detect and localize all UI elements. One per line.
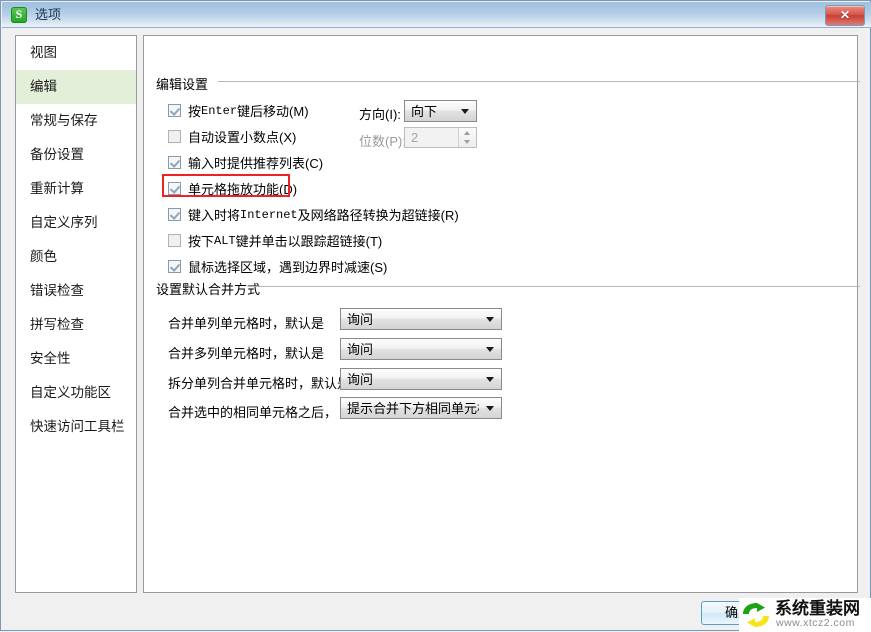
checkbox-label-auto-hyperlink-post: 及网络路径转换为超链接(R) <box>297 208 459 223</box>
checkbox-label-suggest-list: 输入时提供推荐列表(C) <box>188 156 324 171</box>
checkbox-label-slow-at-boundary: 鼠标选择区域，遇到边界时减速(S) <box>188 260 388 275</box>
sidebar-item-recalculate[interactable]: 重新计算 <box>16 172 136 206</box>
sidebar-item-error-check[interactable]: 错误检查 <box>16 274 136 308</box>
direction-select[interactable]: 向下 <box>404 100 477 122</box>
checkbox-row-move-after-enter[interactable]: 按 Enter 键后移动(M) <box>168 101 309 120</box>
checkbox-slow-at-boundary[interactable] <box>168 260 181 273</box>
checkbox-label-cell-drag-drop: 单元格拖放功能(D) <box>188 182 298 197</box>
watermark-title: 系统重装网 <box>775 599 860 618</box>
checkbox-label-move-after-enter-pre: 按 <box>188 104 202 119</box>
decimals-label: 位数(P): <box>359 134 406 149</box>
site-watermark: 系统重装网 www.xtcz2.com <box>739 598 871 632</box>
sidebar-item-general-save[interactable]: 常规与保存 <box>16 104 136 138</box>
chevron-down-icon <box>486 406 494 411</box>
checkbox-suggest-list[interactable] <box>168 156 181 169</box>
split-single-column-label: 拆分单列合并单元格时，默认是 <box>168 376 351 391</box>
watermark-url: www.xtcz2.com <box>776 617 855 629</box>
close-button[interactable]: ✕ <box>825 5 865 26</box>
merge-same-cells-select[interactable]: 提示合并下方相同单元格 <box>340 397 502 419</box>
merge-single-column-value: 询问 <box>347 312 374 327</box>
merge-multi-column-value: 询问 <box>347 342 374 357</box>
merge-same-cells-value: 提示合并下方相同单元格 <box>347 401 479 416</box>
decimals-stepper-buttons[interactable] <box>458 128 476 147</box>
checkbox-label-alt-click-key: ALT <box>214 233 236 248</box>
sidebar-item-security[interactable]: 安全性 <box>16 342 136 376</box>
app-icon-letter: S <box>15 7 23 21</box>
merge-single-column-label: 合并单列单元格时，默认是 <box>168 316 325 331</box>
chevron-down-icon <box>486 377 494 382</box>
checkbox-row-auto-hyperlink[interactable]: 键入时将 Internet 及网络路径转换为超链接(R) <box>168 205 459 224</box>
checkbox-label-auto-hyperlink-key: Internet <box>240 207 298 222</box>
checkbox-row-alt-click-hyperlink[interactable]: 按下 ALT 键并单击以跟踪超链接(T) <box>168 231 382 250</box>
decimals-stepper-value: 2 <box>411 130 419 145</box>
sidebar-item-color[interactable]: 颜色 <box>16 240 136 274</box>
checkbox-row-auto-decimal[interactable]: 自动设置小数点(X) <box>168 127 296 146</box>
category-sidebar[interactable]: 视图 编辑 常规与保存 备份设置 重新计算 自定义序列 颜色 错误检查 拼写检查… <box>15 35 137 593</box>
split-single-column-value: 询问 <box>347 372 374 387</box>
sidebar-item-backup[interactable]: 备份设置 <box>16 138 136 172</box>
chevron-down-icon <box>461 109 469 114</box>
checkbox-row-slow-at-boundary[interactable]: 鼠标选择区域，遇到边界时减速(S) <box>168 257 387 276</box>
edit-settings-group-rule <box>218 81 860 82</box>
wps-spreadsheet-icon: S <box>11 7 27 23</box>
decimals-stepper[interactable]: 2 <box>404 127 477 148</box>
checkbox-alt-click-hyperlink[interactable] <box>168 234 181 247</box>
merge-settings-group-rule <box>248 286 860 287</box>
checkbox-cell-drag-drop[interactable] <box>168 182 181 195</box>
checkbox-label-auto-decimal: 自动设置小数点(X) <box>188 130 297 145</box>
edit-settings-group-title: 编辑设置 <box>156 74 215 93</box>
title-bar: S 选项 ✕ <box>2 2 871 28</box>
chevron-down-icon <box>486 317 494 322</box>
sidebar-item-spell-check[interactable]: 拼写检查 <box>16 308 136 342</box>
merge-multi-column-label: 合并多列单元格时，默认是 <box>168 346 325 361</box>
merge-same-cells-label: 合并选中的相同单元格之后， <box>168 405 338 420</box>
checkbox-label-move-after-enter-key: Enter <box>201 103 238 118</box>
close-icon: ✕ <box>839 8 851 22</box>
window-title: 选项 <box>35 7 62 22</box>
checkbox-auto-decimal[interactable] <box>168 130 181 143</box>
options-content-panel: 编辑设置 按 Enter 键后移动(M) 自动设置小数点(X) 输入时提供推荐列… <box>143 35 860 593</box>
stepper-up-icon[interactable] <box>464 131 470 135</box>
merge-multi-column-select[interactable]: 询问 <box>340 338 502 360</box>
checkbox-row-cell-drag-drop[interactable]: 单元格拖放功能(D) <box>168 179 297 198</box>
merge-single-column-select[interactable]: 询问 <box>340 308 502 330</box>
sidebar-item-custom-ribbon[interactable]: 自定义功能区 <box>16 376 136 410</box>
stepper-down-icon[interactable] <box>464 140 470 144</box>
direction-select-value: 向下 <box>411 104 438 119</box>
merge-settings-group-title: 设置默认合并方式 <box>156 279 267 298</box>
checkbox-row-suggest-list[interactable]: 输入时提供推荐列表(C) <box>168 153 323 172</box>
checkbox-label-move-after-enter-post: 键后移动(M) <box>237 104 309 119</box>
options-dialog-window: S 选项 ✕ 视图 编辑 常规与保存 备份设置 重新计算 自定义序列 颜色 错误… <box>0 0 871 632</box>
checkbox-label-alt-click-post: 键并单击以跟踪超链接(T) <box>235 234 383 249</box>
checkbox-move-after-enter[interactable] <box>168 104 181 117</box>
sidebar-item-edit[interactable]: 编辑 <box>16 70 136 104</box>
checkbox-auto-hyperlink[interactable] <box>168 208 181 221</box>
recycle-logo-icon <box>743 603 769 627</box>
sidebar-item-view[interactable]: 视图 <box>16 36 136 70</box>
sidebar-item-custom-list[interactable]: 自定义序列 <box>16 206 136 240</box>
chevron-down-icon <box>486 347 494 352</box>
checkbox-label-auto-hyperlink-pre: 键入时将 <box>188 208 241 223</box>
checkbox-label-alt-click-pre: 按下 <box>188 234 215 249</box>
sidebar-item-quick-access[interactable]: 快速访问工具栏 <box>16 410 136 444</box>
split-single-column-select[interactable]: 询问 <box>340 368 502 390</box>
direction-label: 方向(I): <box>359 107 401 122</box>
